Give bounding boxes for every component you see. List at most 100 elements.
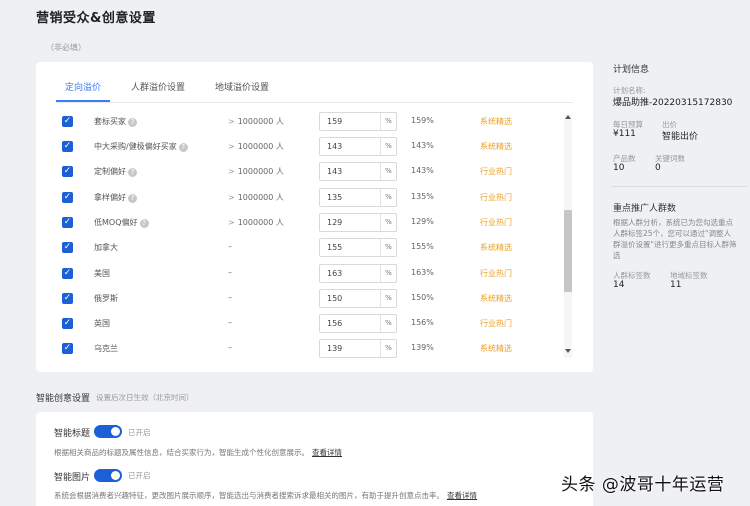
keyword-count: 0: [655, 163, 661, 173]
smart-image-desc-text: 系统会根据消费者兴趣特征，更改图片展示顺序，智能选出与消费者搜索诉求最相关的图片…: [54, 491, 444, 500]
page-title: 营销受众&创意设置: [36, 11, 156, 26]
row-count-unit: 人: [275, 142, 284, 151]
bid-input-value: 163: [327, 269, 343, 278]
percent-unit: %: [380, 340, 396, 357]
percent-unit: %: [380, 239, 396, 256]
smart-image-state: 已开启: [128, 471, 151, 480]
row-name: 俄罗斯: [94, 293, 118, 304]
creative-section-title: 智能创意设置: [36, 394, 91, 404]
help-icon[interactable]: ?: [128, 118, 137, 127]
row-count: >1000000 人: [228, 141, 284, 152]
smart-image-detail-link[interactable]: 查看详情: [447, 491, 477, 500]
bid-input[interactable]: 155%: [319, 238, 397, 257]
smart-title-state: 已开启: [128, 428, 151, 437]
smart-image-description: 系统会根据消费者兴趣特征，更改图片展示顺序，智能选出与消费者搜索诉求最相关的图片…: [54, 490, 477, 501]
greater-than-sign: >: [228, 117, 235, 126]
table-row: ✓ 乌克兰 –139% 139% 系统精选: [46, 339, 566, 359]
bid-input[interactable]: 143%: [319, 162, 397, 181]
bid-input-value: 143: [327, 142, 343, 151]
help-icon[interactable]: ?: [128, 168, 137, 177]
row-name-text: 加拿大: [94, 243, 118, 252]
smart-title-detail-link[interactable]: 查看详情: [312, 448, 342, 457]
bid-input-value: 159: [327, 117, 343, 126]
bid-input[interactable]: 129%: [319, 213, 397, 232]
smart-title-toggle[interactable]: [94, 425, 122, 438]
percent-unit: %: [380, 214, 396, 231]
tab-audience-premium[interactable]: 人群溢价设置: [122, 80, 194, 102]
scrollbar-thumb[interactable]: [564, 210, 572, 292]
row-checkbox[interactable]: ✓: [62, 293, 73, 304]
row-count-value: –: [228, 343, 232, 352]
row-count-value: –: [228, 268, 232, 277]
row-checkbox[interactable]: ✓: [62, 116, 73, 127]
row-checkbox[interactable]: ✓: [62, 242, 73, 253]
smart-title-description: 根据相关商品的标题及属性信息，结合买家行为，智能生成个性化创意展示。 查看详情: [54, 447, 342, 458]
row-name-text: 乌克兰: [94, 344, 118, 353]
bid-input[interactable]: 135%: [319, 188, 397, 207]
table-row: ✓ 美国 –163% 163% 行业热门: [46, 264, 566, 284]
row-count-value: 1000000: [237, 142, 274, 151]
row-count: >1000000 人: [228, 166, 284, 177]
tab-targeting-premium[interactable]: 定向溢价: [56, 80, 111, 102]
row-count: >1000000 人: [228, 116, 284, 127]
greater-than-sign: >: [228, 193, 235, 202]
tabs-divider: [56, 102, 573, 103]
bid-input[interactable]: 139%: [319, 339, 397, 358]
row-count-unit: 人: [275, 167, 284, 176]
audience-tag-count: 14: [613, 280, 625, 290]
row-tag: 行业热门: [480, 319, 512, 328]
row-percentage: 159%: [411, 116, 434, 125]
row-count-unit: 人: [275, 117, 284, 126]
row-percentage: 129%: [411, 217, 434, 226]
help-icon[interactable]: ?: [128, 194, 137, 203]
bid-input-value: 135: [327, 193, 343, 202]
row-tag: 行业热门: [480, 218, 512, 227]
row-tag: 行业热门: [480, 167, 512, 176]
table-row: ✓ 拿样偏好? >1000000 人 135% 135% 行业热门: [46, 188, 566, 208]
row-tag: 系统精选: [480, 142, 512, 151]
daily-budget: ¥111: [613, 129, 636, 139]
bid-input-value: 139: [327, 344, 343, 353]
bid-input[interactable]: 150%: [319, 289, 397, 308]
row-count: –: [228, 242, 232, 251]
bid-input[interactable]: 159%: [319, 112, 397, 131]
help-icon[interactable]: ?: [139, 219, 149, 228]
audience-description: 根据人群分析，系统已为您勾选重点人群标签25个，您可以通过"调整人群溢价设置"进…: [613, 218, 737, 260]
row-percentage: 143%: [411, 166, 434, 175]
row-count-unit: 人: [275, 193, 284, 202]
scroll-up-icon[interactable]: [565, 115, 571, 119]
bid-input-value: 129: [327, 218, 343, 227]
bid-input[interactable]: 156%: [319, 314, 397, 333]
row-percentage: 139%: [411, 343, 434, 352]
row-checkbox[interactable]: ✓: [62, 268, 73, 279]
row-checkbox[interactable]: ✓: [62, 318, 73, 329]
bid-input[interactable]: 143%: [319, 137, 397, 156]
bid-input[interactable]: 163%: [319, 264, 397, 283]
product-count: 10: [613, 163, 625, 173]
watermark: 头条 @波哥十年运营: [561, 475, 725, 495]
creative-section-subtitle: 设置后次日生效（北京时间）: [96, 393, 194, 402]
scroll-down-icon[interactable]: [565, 349, 571, 353]
row-count-value: 1000000: [237, 167, 274, 176]
row-checkbox[interactable]: ✓: [62, 192, 73, 203]
row-name: 美国: [94, 268, 110, 279]
row-percentage: 156%: [411, 318, 434, 327]
table-row: ✓ 套标买家? >1000000 人 159% 159% 系统精选: [46, 112, 566, 132]
bid-input-value: 156: [327, 319, 343, 328]
row-tag: 系统精选: [480, 294, 512, 303]
row-checkbox[interactable]: ✓: [62, 166, 73, 177]
row-checkbox[interactable]: ✓: [62, 141, 73, 152]
row-name-text: 低MOQ偏好: [94, 218, 138, 227]
row-checkbox[interactable]: ✓: [62, 343, 73, 354]
smart-image-toggle[interactable]: [94, 469, 122, 482]
row-name-text: 俄罗斯: [94, 294, 118, 303]
row-checkbox[interactable]: ✓: [62, 217, 73, 228]
percent-unit: %: [380, 138, 396, 155]
plan-info-title: 计划信息: [613, 65, 650, 75]
table-row: ✓ 定制偏好? >1000000 人 143% 143% 行业热门: [46, 162, 566, 182]
row-name: 套标买家?: [94, 116, 137, 127]
plan-name: 爆品助推-20220315172830: [613, 98, 733, 108]
help-icon[interactable]: ?: [178, 143, 188, 152]
tab-region-premium[interactable]: 地域溢价设置: [206, 80, 278, 102]
row-name: 加拿大: [94, 242, 118, 253]
